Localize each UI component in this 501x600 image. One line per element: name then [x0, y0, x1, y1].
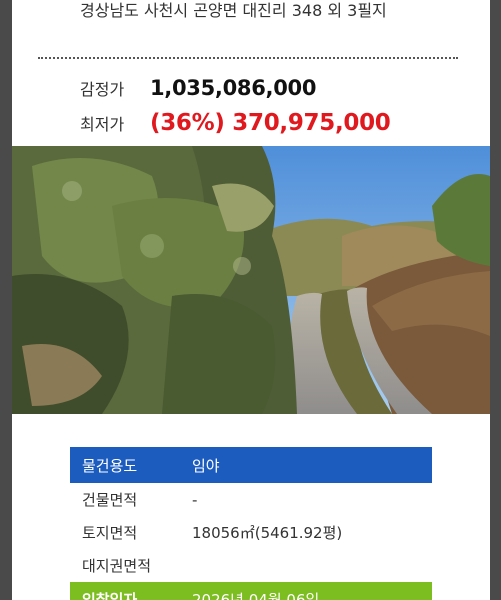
appraisal-price-row: 감정가 1,035,086,000	[80, 73, 316, 103]
minimum-price-value: (36%) 370,975,000	[150, 110, 391, 136]
info-value: 18056㎡(5461.92평)	[192, 524, 343, 542]
listing-card: 경상남도 사천시 곤양면 대진리 348 외 3필지 감정가 1,035,086…	[12, 0, 490, 600]
info-label: 토지면적	[82, 524, 138, 542]
appraisal-label: 감정가	[80, 80, 125, 99]
info-row-usage: 물건용도 임야	[70, 447, 432, 483]
info-row-land-right-area: 대지권면적	[70, 549, 432, 582]
info-label: 입찰일자	[82, 590, 138, 600]
minimum-price-label: 최저가	[80, 115, 125, 134]
info-value: 임야	[192, 456, 220, 475]
appraisal-value: 1,035,086,000	[150, 76, 317, 100]
property-photo[interactable]	[12, 146, 490, 414]
info-label: 건물면적	[82, 491, 138, 509]
divider	[38, 57, 458, 59]
info-label: 물건용도	[82, 456, 138, 475]
minimum-price-row: 최저가 (36%) 370,975,000	[80, 108, 391, 138]
info-value: -	[192, 490, 198, 509]
info-row-land-area: 토지면적 18056㎡(5461.92평)	[70, 516, 432, 549]
info-row-bid-date: 입찰일자 2026년 04월 06일	[70, 582, 432, 600]
property-address: 경상남도 사천시 곤양면 대진리 348 외 3필지	[80, 1, 387, 20]
info-label: 대지권면적	[82, 557, 152, 575]
forest-road-photo	[12, 146, 490, 414]
info-row-building-area: 건물면적 -	[70, 483, 432, 516]
info-value: 2026년 04월 06일	[192, 590, 320, 600]
property-info-table: 물건용도 임야 건물면적 - 토지면적 18056㎡(5461.92평) 대지권…	[70, 447, 432, 600]
